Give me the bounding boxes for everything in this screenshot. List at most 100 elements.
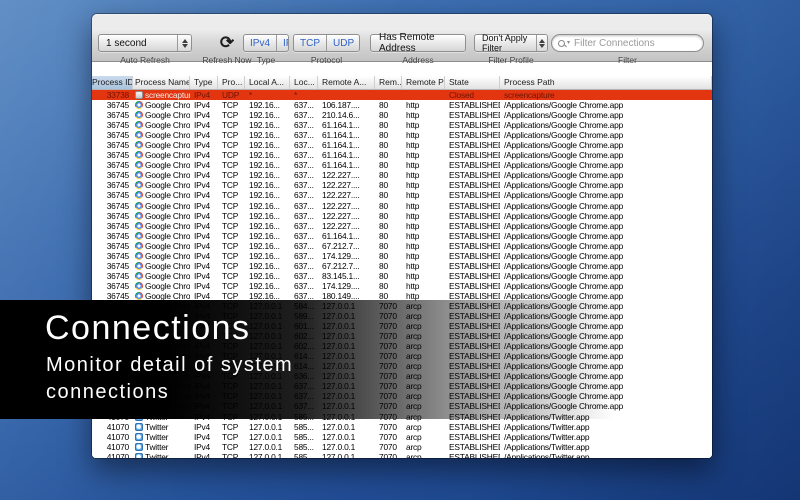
column-header-name[interactable]: Process Name [133,76,190,89]
cell-type: IPv4 [190,120,218,130]
cell-process-path: /Applications/Google Chrome.app [500,190,712,200]
table-row[interactable]: 36745 Google Chrome IPv4 TCP 192.16... 6… [92,201,712,211]
cell-process-path: /Applications/Google Chrome.app [500,130,712,140]
cell-process-path: /Applications/Google Chrome.app [500,170,712,180]
cell-remote-address: 122.227.... [318,180,375,190]
column-header-pr[interactable]: Pro... [218,76,245,89]
cell-state: Closed [445,90,500,100]
cell-process-name: Google Chrome [133,231,190,241]
cell-state: ESTABLISHED [445,180,500,190]
table-row[interactable]: 41070 Twitter IPv4 TCP 127.0.0.1 585... … [92,452,712,458]
cell-remote-port: 80 [375,211,402,221]
column-header-la[interactable]: Local A... [245,76,290,89]
app-icon [135,212,143,220]
cell-process-id: 36745 [92,201,133,211]
column-header-sv[interactable]: Remote Po... [402,76,445,89]
table-row[interactable]: 36745 Google Chrome IPv4 TCP 192.16... 6… [92,211,712,221]
table-row[interactable]: 36745 Google Chrome IPv4 TCP 192.16... 6… [92,251,712,261]
app-icon [135,453,143,458]
app-icon [135,191,143,199]
cell-process-name: Google Chrome [133,271,190,281]
cell-local-port: 637... [290,150,318,160]
table-row[interactable]: 36745 Google Chrome IPv4 TCP 192.16... 6… [92,231,712,241]
table-row[interactable]: 41070 Twitter IPv4 TCP 127.0.0.1 585... … [92,442,712,452]
cell-process-path: screencapture [500,90,712,100]
cell-protocol: TCP [218,442,245,452]
cell-process-id: 36745 [92,140,133,150]
cell-local-port: 585... [290,442,318,452]
cell-state: ESTABLISHED [445,120,500,130]
cell-process-id: 41070 [92,432,133,442]
column-header-rp[interactable]: Rem... [375,76,402,89]
column-header-ra[interactable]: Remote A... [318,76,375,89]
table-row[interactable]: 36745 Google Chrome IPv4 TCP 192.16... 6… [92,221,712,231]
table-row[interactable]: 36745 Google Chrome IPv4 TCP 192.16... 6… [92,130,712,140]
has-remote-address-button[interactable]: Has Remote Address [370,34,466,52]
cell-local-address: 127.0.0.1 [245,422,290,432]
table-row[interactable]: 36745 Google Chrome IPv4 TCP 192.16... 6… [92,150,712,160]
table-row[interactable]: 36745 Google Chrome IPv4 TCP 192.16... 6… [92,271,712,281]
cell-local-address: 192.16... [245,201,290,211]
search-field[interactable]: ▾ [551,34,704,52]
has-remote-address-text: Has Remote Address [379,32,457,54]
type-group: IPv4 IPv6 Type [243,34,289,52]
table-row[interactable]: 41070 Twitter IPv4 TCP 127.0.0.1 585... … [92,422,712,432]
cell-local-port: 637... [290,271,318,281]
segment-udp[interactable]: UDP [326,35,360,52]
table-row[interactable]: 36745 Google Chrome IPv4 TCP 192.16... 6… [92,180,712,190]
cell-protocol: TCP [218,180,245,190]
cell-remote-port-name: http [402,251,445,261]
cell-type: IPv4 [190,100,218,110]
cell-remote-address: 122.227.... [318,221,375,231]
table-row[interactable]: 36745 Google Chrome IPv4 TCP 192.16... 6… [92,140,712,150]
cell-process-name: screencapture [133,90,190,100]
cell-state: ESTABLISHED [445,241,500,251]
cell-remote-port-name: http [402,190,445,200]
table-row[interactable]: 36745 Google Chrome IPv4 TCP 192.16... 6… [92,261,712,271]
app-icon [135,111,143,119]
segment-ipv4[interactable]: IPv4 [244,35,276,52]
table-row[interactable]: 36745 Google Chrome IPv4 TCP 192.16... 6… [92,281,712,291]
cell-remote-port-name: http [402,160,445,170]
cell-state: ESTABLISHED [445,281,500,291]
cell-local-address: 192.16... [245,180,290,190]
table-row[interactable]: 36745 Google Chrome IPv4 TCP 192.16... 6… [92,190,712,200]
table-row[interactable]: 36745 Google Chrome IPv4 TCP 192.16... 6… [92,100,712,110]
cell-remote-port: 80 [375,180,402,190]
table-row[interactable]: 36745 Google Chrome IPv4 TCP 192.16... 6… [92,120,712,130]
table-row[interactable]: 36745 Google Chrome IPv4 TCP 192.16... 6… [92,160,712,170]
cell-local-port: 637... [290,110,318,120]
table-row[interactable]: 36745 Google Chrome IPv4 TCP 192.16... 6… [92,170,712,180]
segment-ipv6[interactable]: IPv6 [276,35,289,52]
search-input[interactable] [574,38,692,49]
cell-local-address: 127.0.0.1 [245,452,290,458]
cell-protocol: TCP [218,231,245,241]
cell-type: IPv4 [190,432,218,442]
segment-tcp[interactable]: TCP [294,35,326,52]
app-icon [135,101,143,109]
filter-profile-popup[interactable]: Don't Apply Filter [474,34,548,52]
table-row[interactable]: 36745 Google Chrome IPv4 TCP 192.16... 6… [92,110,712,120]
column-header-pid[interactable]: Process ID▲ [92,76,133,89]
cell-process-id: 36745 [92,120,133,130]
cell-remote-address: 106.187.... [318,100,375,110]
cell-process-id: 36745 [92,241,133,251]
app-icon [135,282,143,290]
auto-refresh-popup[interactable]: 1 second [98,34,192,52]
table-row[interactable]: 33738 screencapture IPv4 UDP * * Closed … [92,90,712,100]
cell-process-path: /Applications/Twitter.app [500,442,712,452]
column-header-st[interactable]: State [445,76,500,89]
table-row[interactable]: 36745 Google Chrome IPv4 TCP 192.16... 6… [92,241,712,251]
search-icon [558,40,565,47]
cell-process-name: Google Chrome [133,140,190,150]
column-header-path[interactable]: Process Path [500,76,712,89]
column-header-lp[interactable]: Loc... [290,76,318,89]
cell-local-address: 127.0.0.1 [245,432,290,442]
cell-process-path: /Applications/Google Chrome.app [500,231,712,241]
cell-protocol: TCP [218,281,245,291]
cell-process-name: Twitter [133,422,190,432]
column-header-type[interactable]: Type [190,76,218,89]
cell-local-address: 127.0.0.1 [245,442,290,452]
table-row[interactable]: 41070 Twitter IPv4 TCP 127.0.0.1 585... … [92,432,712,442]
cell-local-address: 192.16... [245,120,290,130]
